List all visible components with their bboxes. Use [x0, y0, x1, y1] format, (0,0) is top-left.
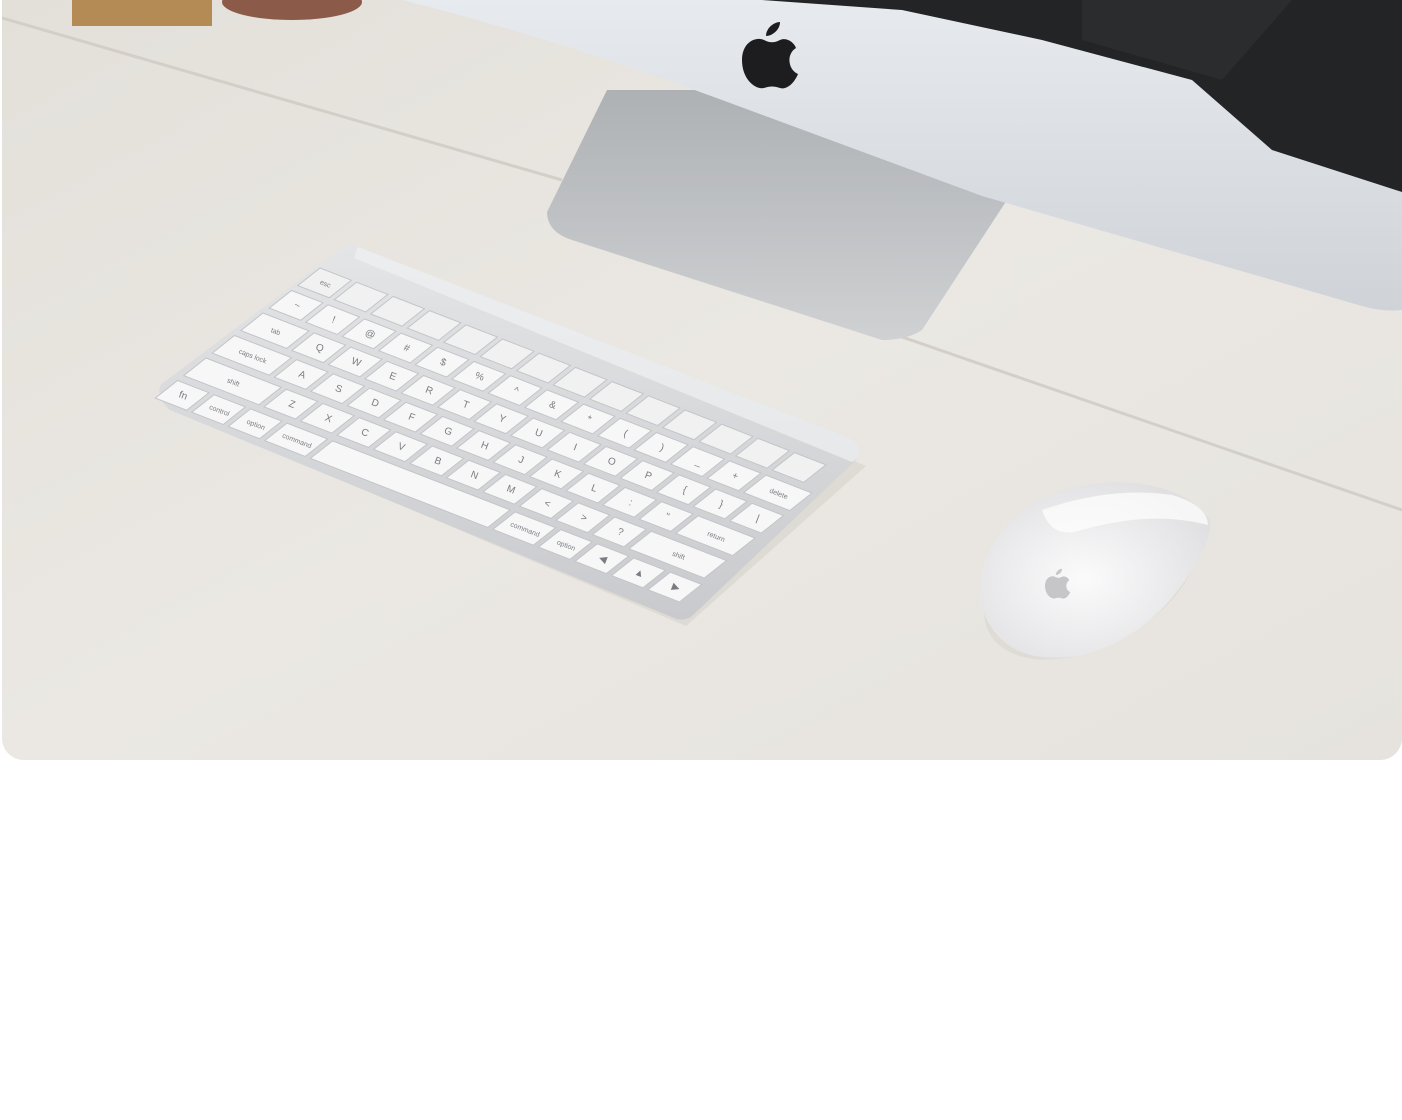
blank-area — [0, 760, 1402, 1120]
wooden-box — [72, 0, 212, 26]
page: esc ~! @ # $% ^ & *() _ + delete tab Q W E R T Y U I O P{} | ca… — [0, 0, 1402, 1120]
desk-scene: esc~!@#$%^&*()_+deletetabQWERTYUIOP{}|ca… — [2, 0, 1402, 760]
hero-photo: esc ~! @ # $% ^ & *() _ + delete tab Q W E R T Y U I O P{} | ca… — [2, 0, 1402, 760]
